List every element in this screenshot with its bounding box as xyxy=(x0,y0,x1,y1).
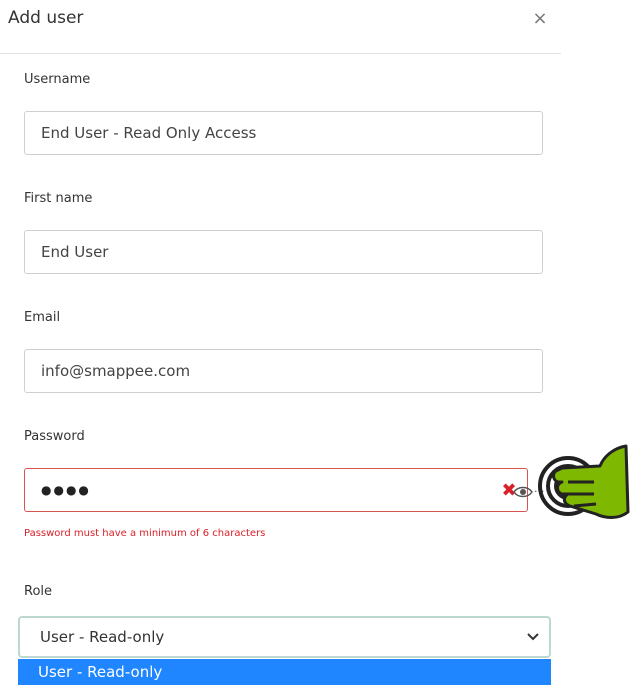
header-divider xyxy=(0,53,561,54)
first-name-label: First name xyxy=(24,191,93,206)
pointing-hand-icon xyxy=(538,444,630,519)
eye-icon[interactable] xyxy=(513,485,533,499)
username-value: End User - Read Only Access xyxy=(41,124,257,142)
password-field[interactable]: ●●●● ✖ xyxy=(24,468,528,512)
email-field[interactable]: info@smappee.com xyxy=(24,349,543,393)
role-label: Role xyxy=(24,584,53,599)
role-option-user-read-only[interactable]: User - Read-only xyxy=(18,659,551,685)
password-error-message: Password must have a minimum of 6 charac… xyxy=(24,528,266,539)
role-select[interactable]: User - Read-only xyxy=(18,616,551,658)
password-label: Password xyxy=(24,429,85,444)
chevron-down-icon xyxy=(527,633,539,641)
email-label: Email xyxy=(24,310,61,325)
modal-title: Add user xyxy=(8,8,84,28)
password-masked-value: ●●●● xyxy=(41,483,91,497)
username-field[interactable]: End User - Read Only Access xyxy=(24,111,543,155)
role-selected-value: User - Read-only xyxy=(40,628,165,646)
first-name-value: End User xyxy=(41,243,109,261)
email-value: info@smappee.com xyxy=(41,362,191,380)
first-name-field[interactable]: End User xyxy=(24,230,543,274)
username-label: Username xyxy=(24,72,91,87)
close-icon[interactable]: × xyxy=(529,7,551,29)
